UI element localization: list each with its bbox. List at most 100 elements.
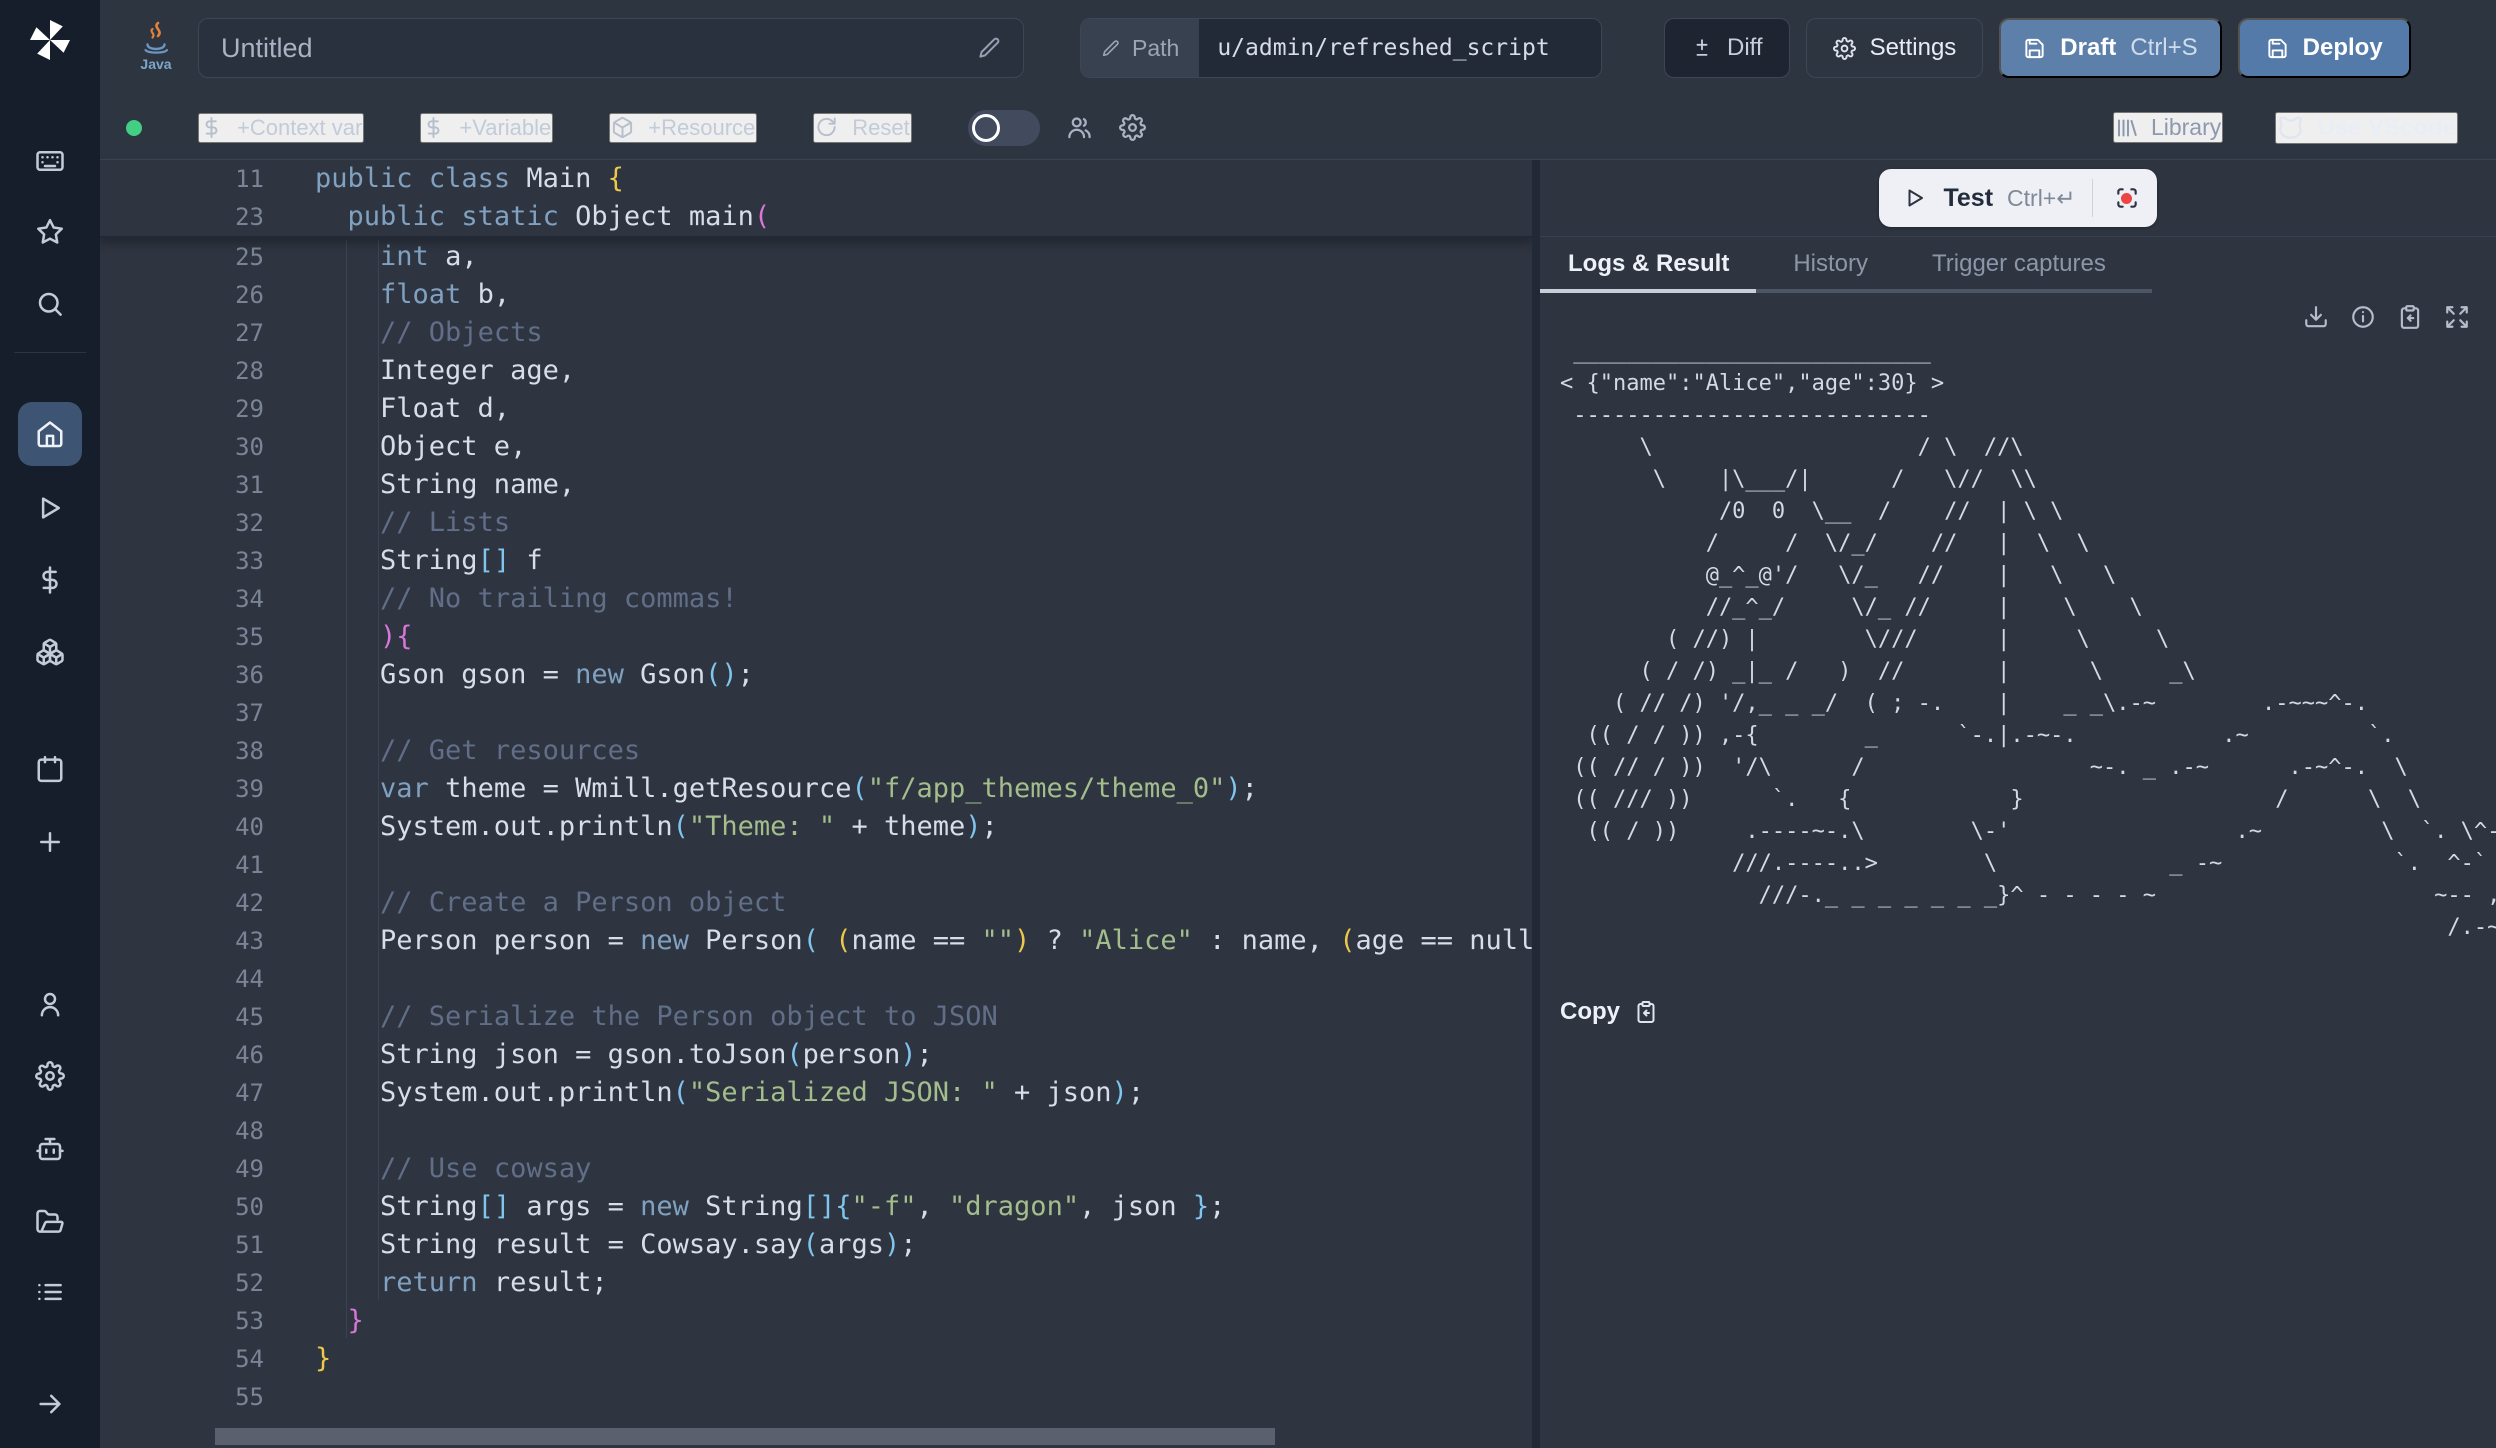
sticky-scroll-lines: 11public class Main {23 public static Ob… <box>100 160 1532 238</box>
gear-icon[interactable] <box>1119 114 1146 141</box>
reset-button[interactable]: Reset <box>813 113 911 143</box>
sidebar-item-users[interactable] <box>35 989 65 1019</box>
use-vscode-button[interactable]: Use VScode <box>2275 112 2458 144</box>
code-line-54: 54} <box>100 1340 1532 1378</box>
windmill-logo-icon[interactable] <box>26 16 74 64</box>
code-line-31: 31 String name, <box>100 466 1532 504</box>
info-icon[interactable] <box>2350 304 2376 330</box>
tab-trigger-captures[interactable]: Trigger captures <box>1932 250 2106 278</box>
add-resource-button[interactable]: +Resource <box>609 113 757 143</box>
keyboard-icon <box>35 146 65 176</box>
bot-icon <box>35 1134 65 1164</box>
library-button[interactable]: Library <box>2113 112 2223 143</box>
settings-button[interactable]: Settings <box>1806 18 1984 78</box>
line-number: 30 <box>100 428 264 466</box>
add-variable-button[interactable]: +Variable <box>420 113 553 143</box>
code-editor[interactable]: 11public class Main {23 public static Ob… <box>100 160 1532 1448</box>
code-line-47: 47 System.out.println("Serialized JSON: … <box>100 1074 1532 1112</box>
line-number: 45 <box>100 998 264 1036</box>
sidebar-item-logs[interactable] <box>35 1277 65 1307</box>
windmill-script-editor: Java Untitled Path u/admin/refreshed_scr… <box>0 0 2496 1448</box>
edit-title-pencil-icon[interactable] <box>977 36 1001 60</box>
record-dot-icon <box>2121 193 2132 204</box>
library-label: Library <box>2151 114 2221 141</box>
folder-open-icon <box>35 1206 65 1236</box>
toolbar-right: Library Use VScode <box>2113 112 2496 144</box>
sidebar-item-favorites[interactable] <box>35 217 65 247</box>
calendar-icon <box>35 754 65 784</box>
line-number: 25 <box>100 238 264 276</box>
dollar-icon <box>422 116 445 139</box>
line-number: 26 <box>100 276 264 314</box>
copy-result-button[interactable]: Copy <box>1560 998 1658 1026</box>
code-line-43: 43 Person person = new Person( (name == … <box>100 922 1532 960</box>
sidebar-item-schedules[interactable] <box>35 754 65 784</box>
expand-icon[interactable] <box>2444 304 2470 330</box>
tab-history[interactable]: History <box>1793 250 1868 278</box>
draft-button[interactable]: Draft Ctrl+S <box>1999 18 2221 78</box>
tab-underline-track <box>1756 289 2152 293</box>
sidebar-item-variables[interactable] <box>35 565 65 595</box>
test-button[interactable]: Test <box>1943 184 1993 213</box>
gear-icon <box>35 1061 65 1091</box>
line-number: 37 <box>100 694 264 732</box>
code-lines: 25 int a,26 float b,27 // Objects28 Inte… <box>100 238 1532 1416</box>
code-line-33: 33 String[] f <box>100 542 1532 580</box>
line-number: 43 <box>100 922 264 960</box>
boxes-icon <box>35 637 65 667</box>
capture-button[interactable] <box>2105 176 2149 220</box>
add-context-var-label: +Context var <box>237 115 362 141</box>
code-line-28: 28 Integer age, <box>100 352 1532 390</box>
cowsay-output: ___________________________ < {"name":"A… <box>1560 336 2496 996</box>
sidebar-item-settings[interactable] <box>35 1061 65 1091</box>
sidebar-item-create[interactable] <box>35 827 65 857</box>
play-icon <box>1903 186 1927 210</box>
script-title: Untitled <box>221 33 313 64</box>
diff-button[interactable]: Diff <box>1664 18 1790 78</box>
sidebar-item-expand[interactable] <box>35 1389 65 1419</box>
sidebar-divider <box>14 352 86 353</box>
line-number: 11 <box>100 160 264 198</box>
assistant-toggle[interactable] <box>968 110 1040 146</box>
code-line-38: 38 // Get resources <box>100 732 1532 770</box>
code-line-11: 11public class Main { <box>100 160 1532 198</box>
line-number: 34 <box>100 580 264 618</box>
add-context-var-button[interactable]: +Context var <box>198 113 364 143</box>
path-field[interactable]: Path u/admin/refreshed_script <box>1080 18 1602 78</box>
line-number: 33 <box>100 542 264 580</box>
library-icon <box>2115 116 2139 140</box>
script-title-input[interactable]: Untitled <box>198 18 1024 78</box>
horizontal-scrollbar[interactable] <box>215 1428 1275 1445</box>
line-number: 46 <box>100 1036 264 1074</box>
sidebar-item-home[interactable] <box>18 402 82 466</box>
sidebar-item-apps[interactable] <box>35 146 65 176</box>
code-line-26: 26 float b, <box>100 276 1532 314</box>
path-edit-button[interactable]: Path <box>1081 19 1199 77</box>
deploy-button[interactable]: Deploy <box>2238 18 2411 78</box>
code-line-50: 50 String[] args = new String[]{"-f", "d… <box>100 1188 1532 1226</box>
sidebar-item-folders[interactable] <box>35 1206 65 1236</box>
result-panel: Test Ctrl+↵ Logs & Result History Trigge… <box>1540 160 2496 1448</box>
plus-icon <box>35 827 65 857</box>
code-line-55: 55 <box>100 1378 1532 1416</box>
path-label: Path <box>1132 35 1179 62</box>
line-number: 39 <box>100 770 264 808</box>
sidebar-item-workers[interactable] <box>35 1134 65 1164</box>
sidebar-item-search[interactable] <box>35 289 65 319</box>
tab-logs-result[interactable]: Logs & Result <box>1568 250 1729 278</box>
test-button-group[interactable]: Test Ctrl+↵ <box>1879 169 2156 227</box>
diff-label: Diff <box>1727 34 1763 62</box>
panel-resize-divider[interactable] <box>1532 160 1540 1448</box>
line-number: 44 <box>100 960 264 998</box>
sidebar-item-resources[interactable] <box>35 637 65 667</box>
star-icon <box>35 217 65 247</box>
status-dot <box>126 120 142 136</box>
code-line-36: 36 Gson gson = new Gson(); <box>100 656 1532 694</box>
users-icon[interactable] <box>1066 114 1093 141</box>
indent-guide <box>346 240 347 1338</box>
sidebar-item-runs[interactable] <box>35 493 65 523</box>
download-icon[interactable] <box>2303 304 2329 330</box>
line-number: 53 <box>100 1302 264 1340</box>
clipboard-icon[interactable] <box>2397 304 2423 330</box>
add-resource-label: +Resource <box>648 115 755 141</box>
